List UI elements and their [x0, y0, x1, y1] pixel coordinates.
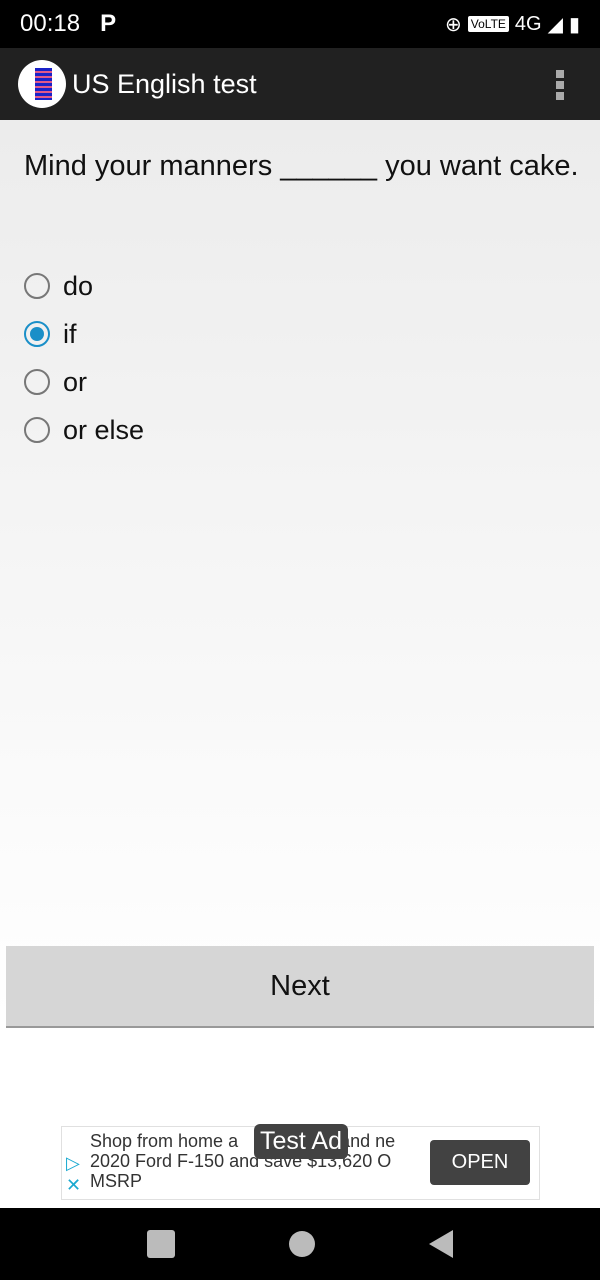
question-text: Mind your manners ______ you want cake. [24, 150, 579, 182]
test-ad-badge: Test Ad [254, 1124, 348, 1159]
ad-line: MSRP [90, 1171, 143, 1191]
more-options-icon[interactable] [556, 70, 564, 100]
option-label: do [63, 270, 94, 301]
navigation-bar [0, 1208, 600, 1280]
volte-icon: VoLTE [467, 16, 509, 32]
radio-button[interactable] [24, 369, 50, 395]
radio-button[interactable] [24, 273, 50, 299]
next-button[interactable]: Next [6, 946, 594, 1028]
answer-options: do if or or else [24, 262, 144, 454]
app-logo-icon [18, 60, 66, 108]
app-title: US English test [72, 68, 257, 99]
radio-button[interactable] [24, 417, 50, 443]
option-label: or else [63, 414, 145, 445]
parking-notification-icon: P [100, 10, 117, 37]
quiz-content: Mind your manners ______ you want cake. … [0, 120, 600, 1205]
clock: 00:18 [20, 10, 81, 37]
option-do[interactable]: do [24, 262, 144, 310]
ad-text: Shop from home a rand ne 2020 Ford F-150 … [90, 1131, 410, 1191]
radio-button-selected[interactable] [24, 321, 50, 347]
app-bar: US English test [0, 48, 600, 120]
signal-icon: ◢ [547, 13, 563, 36]
ad-line: 2020 Ford F-150 and save $13,620 O [90, 1151, 392, 1171]
ad-open-button[interactable]: OPEN [430, 1140, 530, 1185]
status-bar: 00:18 P ⊕ VoLTE 4G ◢ ▮ [0, 0, 600, 48]
option-or[interactable]: or [24, 358, 144, 406]
network-type: 4G [514, 12, 542, 35]
home-icon[interactable] [289, 1231, 315, 1257]
option-if[interactable]: if [24, 310, 144, 358]
option-label: if [63, 318, 77, 349]
battery-charging-icon: ▮ [568, 13, 580, 36]
adchoices-icon[interactable]: ▷ [66, 1153, 80, 1174]
option-label: or [63, 366, 88, 397]
back-icon[interactable] [429, 1230, 453, 1258]
recents-icon[interactable] [147, 1230, 175, 1258]
option-or-else[interactable]: or else [24, 406, 144, 454]
data-saver-icon: ⊕ [445, 13, 462, 36]
ad-line: Shop from home a [90, 1131, 239, 1151]
close-ad-icon[interactable]: ✕ [66, 1175, 81, 1196]
